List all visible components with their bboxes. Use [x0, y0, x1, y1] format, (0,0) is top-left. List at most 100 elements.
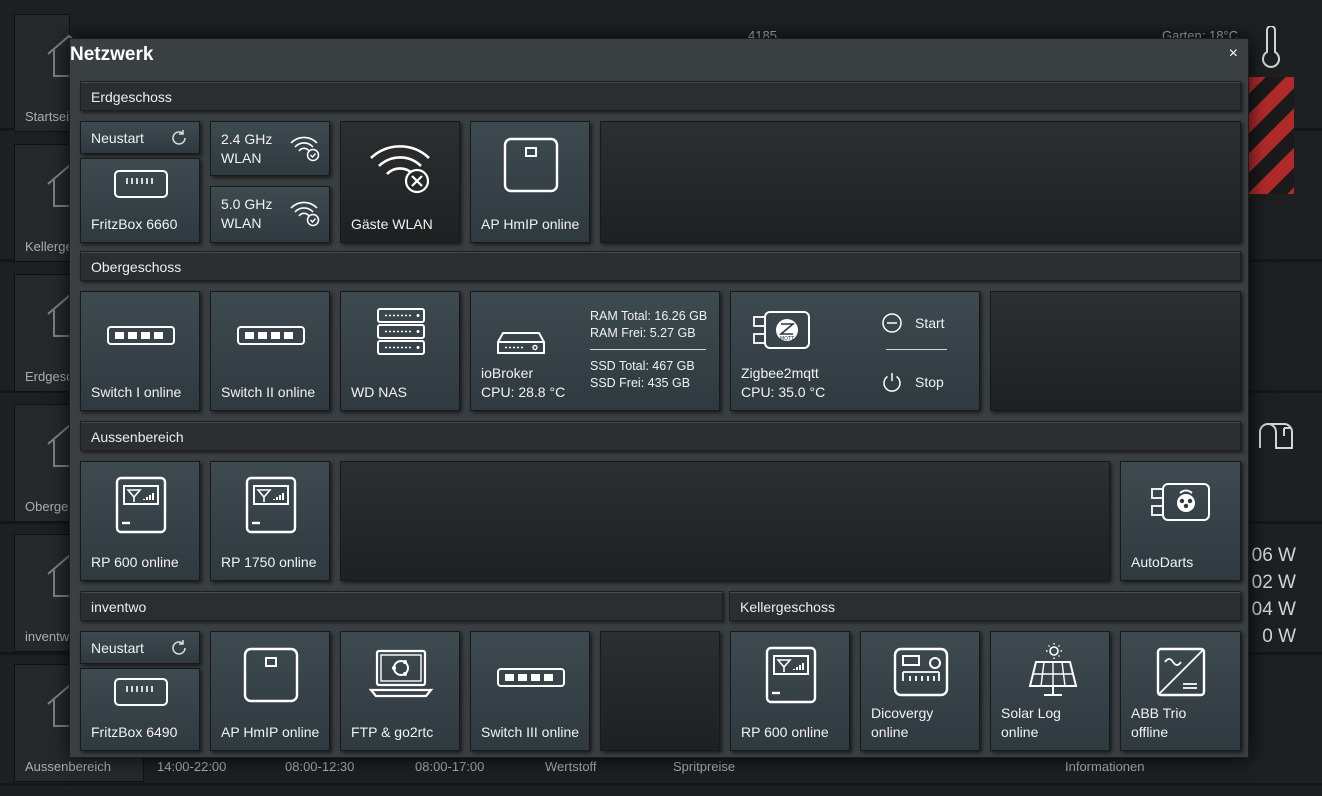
wifi-off-icon	[370, 145, 430, 194]
ram-total: RAM Total: 16.26 GB	[590, 309, 708, 323]
dialog-title: Netzwerk	[70, 44, 154, 65]
restart-label: Neustart	[91, 130, 144, 146]
laptop-ubuntu-icon	[368, 649, 434, 698]
fritzbox-6660-tile[interactable]: FritzBox 6660	[80, 158, 200, 243]
cpu-temperature: CPU: 28.8 °C	[481, 384, 566, 400]
refresh-icon	[172, 130, 186, 145]
wlan-label: WLAN	[221, 215, 262, 231]
nav-label-start: Startsei	[25, 109, 70, 124]
device-status: online	[1001, 724, 1039, 740]
device-label: Switch II online	[221, 384, 316, 400]
thermometer-icon	[1262, 26, 1280, 68]
section-kellergeschoss: Kellergeschoss	[729, 591, 1241, 621]
server-icon	[377, 308, 425, 355]
autodarts-tile[interactable]: AutoDarts	[1120, 461, 1241, 581]
discovergy-tile[interactable]: Dicovergy online	[860, 631, 980, 751]
network-switch-icon	[237, 326, 305, 345]
stop-button[interactable]: Stop	[881, 371, 944, 393]
zigbee-module-icon: MQTT	[753, 311, 810, 349]
wlan-24-tile[interactable]: 2.4 GHz WLAN	[210, 121, 330, 176]
device-status: online	[871, 724, 909, 740]
wlan-band: 2.4 GHz	[221, 131, 273, 147]
wlan-50-tile[interactable]: 5.0 GHz WLAN	[210, 186, 330, 243]
device-label: AutoDarts	[1131, 554, 1194, 570]
empty-tile	[990, 291, 1241, 411]
wlan-band: 5.0 GHz	[221, 196, 273, 212]
cpu-temperature: CPU: 35.0 °C	[741, 384, 826, 400]
service-label: Zigbee2mqtt	[741, 365, 819, 381]
bottom-label: 08:00-17:00	[415, 759, 485, 774]
device-label: ABB Trio	[1131, 705, 1187, 721]
ftp-go2rtc-tile[interactable]: FTP & go2rtc	[340, 631, 460, 751]
network-dialog: Netzwerk × Erdgeschoss Neustart FritzBox…	[69, 38, 1249, 758]
minus-circle-icon	[882, 313, 902, 333]
restart-fritzbox-6490-button[interactable]: Neustart	[80, 631, 200, 664]
empty-tile	[340, 461, 1110, 581]
wifi-check-icon	[290, 201, 320, 227]
server-unit-icon	[497, 332, 545, 354]
device-label: AP HmIP online	[481, 216, 580, 232]
ap-hmip-tile[interactable]: AP HmIP online	[470, 121, 590, 243]
bottom-label: Informationen	[1065, 759, 1145, 774]
device-label: FritzBox 6490	[91, 724, 178, 740]
switch-3-tile[interactable]: Switch III online	[470, 631, 590, 751]
restart-label: Neustart	[91, 640, 144, 656]
zigbee2mqtt-tile[interactable]: MQTT Zigbee2mqtt CPU: 35.0 °C Start Stop	[730, 291, 980, 411]
raspberry-pi-icon	[1151, 483, 1210, 521]
wifi-check-icon	[290, 136, 320, 162]
device-label: AP HmIP online	[221, 724, 320, 740]
start-label: Start	[915, 315, 945, 331]
section-aussenbereich: Aussenbereich	[80, 421, 1241, 451]
device-label: Switch I online	[91, 384, 182, 400]
inverter-icon	[1156, 647, 1206, 697]
wlan-label: WLAN	[221, 150, 262, 166]
device-status: offline	[1131, 724, 1169, 740]
nav-label-obergeschoss: Oberge	[25, 499, 69, 514]
empty-tile	[600, 121, 1241, 243]
switch-1-tile[interactable]: Switch I online	[80, 291, 200, 411]
ap-hmip-inventwo-tile[interactable]: AP HmIP online	[210, 631, 330, 751]
refresh-icon	[172, 640, 186, 655]
host-label: ioBroker	[481, 365, 534, 381]
ssd-free: SSD Frei: 435 GB	[590, 376, 691, 390]
close-button[interactable]: ×	[1229, 45, 1238, 63]
nav-label-erdgeschoss: Erdgesc	[25, 369, 73, 384]
network-switch-icon	[497, 668, 565, 687]
nav-label-keller: Kellerge	[25, 239, 73, 254]
abb-trio-tile[interactable]: ABB Trio offline	[1120, 631, 1241, 751]
switch-2-tile[interactable]: Switch II online	[210, 291, 330, 411]
fritzbox-6490-tile[interactable]: FritzBox 6490	[80, 668, 200, 751]
start-button[interactable]: Start	[881, 312, 945, 334]
repeater-icon	[245, 476, 297, 534]
ram-free: RAM Frei: 5.27 GB	[590, 326, 696, 340]
device-label: RP 1750 online	[221, 554, 317, 570]
device-label: RP 600 online	[741, 724, 829, 740]
bottom-label: Spritpreise	[673, 759, 736, 774]
section-obergeschoss: Obergeschoss	[80, 251, 1241, 281]
repeater-icon	[115, 476, 167, 534]
bottom-label: 14:00-22:00	[157, 759, 227, 774]
wd-nas-tile[interactable]: WD NAS	[340, 291, 460, 411]
divider	[590, 349, 706, 350]
device-label: FTP & go2rtc	[351, 724, 434, 740]
divider	[886, 349, 947, 350]
guest-wlan-tile[interactable]: Gäste WLAN	[340, 121, 460, 243]
bottom-label: 08:00-12:30	[285, 759, 355, 774]
device-label: RP 600 online	[91, 554, 179, 570]
stop-label: Stop	[915, 374, 944, 390]
nav-label-inventwo: inventw	[25, 629, 70, 644]
section-erdgeschoss: Erdgeschoss	[80, 81, 1241, 111]
restart-fritzbox-6660-button[interactable]: Neustart	[80, 121, 200, 154]
rp600-keller-tile[interactable]: RP 600 online	[730, 631, 850, 751]
access-point-icon	[243, 647, 299, 703]
device-label: FritzBox 6660	[91, 216, 178, 232]
rp1750-tile[interactable]: RP 1750 online	[210, 461, 330, 581]
device-label: Solar Log	[1001, 705, 1061, 721]
solar-log-tile[interactable]: Solar Log online	[990, 631, 1110, 751]
router-icon	[114, 678, 168, 706]
rp600-outdoor-tile[interactable]: RP 600 online	[80, 461, 200, 581]
device-label: Switch III online	[481, 724, 580, 740]
iobroker-tile[interactable]: ioBroker CPU: 28.8 °C RAM Total: 16.26 G…	[470, 291, 720, 411]
router-icon	[114, 170, 168, 198]
mailbox-icon	[1259, 423, 1293, 449]
